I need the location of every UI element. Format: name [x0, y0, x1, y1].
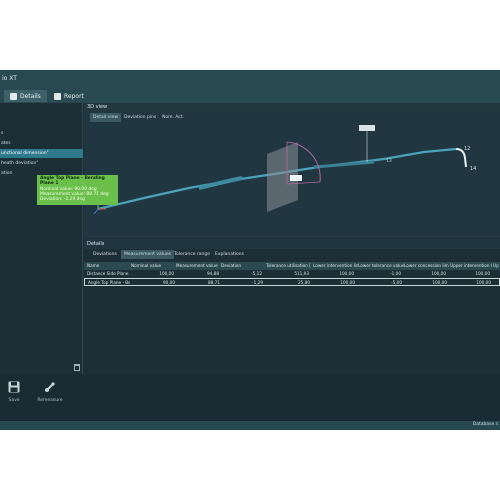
table-cell: 100,00 [340, 280, 355, 285]
main-tab-bar: Details Report [0, 89, 500, 103]
point-label-12: 12 [464, 146, 470, 152]
tab-nom-act[interactable]: Nom. Act. [159, 113, 187, 122]
col-lower-concession[interactable]: Lower concession lim [404, 262, 449, 270]
col-nominal[interactable]: Nominal value [131, 262, 171, 270]
pipe-segment [198, 176, 243, 190]
tab-details[interactable]: Details [4, 90, 47, 102]
table-cell: -1,29 [252, 280, 263, 285]
tab-deviations[interactable]: Deviations [90, 250, 120, 259]
tree-item[interactable]: ates [0, 139, 83, 148]
table-cell: 88,71 [208, 280, 220, 285]
remeasure-button[interactable]: Remeasure [36, 378, 64, 403]
status-bar: Database s [0, 421, 500, 430]
3d-scene[interactable]: 12 14 13 [84, 122, 500, 238]
3d-view-tabs: Detail view Deviation pins Nom. Act. [84, 112, 500, 122]
pipe-segment [313, 160, 375, 169]
title-bar: io XT [0, 70, 500, 89]
table-cell: Distance Side Plane [87, 271, 129, 276]
table-cell: 100,00 [431, 271, 446, 276]
details-tabs: Deviations Measurement values Tolerance … [84, 249, 500, 259]
col-lower-intervention[interactable]: Lower intervention lim [313, 262, 358, 270]
point-label-13: 13 [386, 158, 392, 164]
table-row[interactable]: Distance Side Plane 100,00 94,88 -5,12 5… [84, 270, 500, 278]
tab-report-label: Report [64, 92, 84, 100]
axis-z [93, 208, 99, 215]
bend-marker [290, 175, 302, 181]
tab-tolerance-range[interactable]: Tolerance range [171, 250, 213, 259]
3d-view-panel: 3D view Detail view Deviation pins Nom. … [84, 103, 500, 238]
col-tolerance-util[interactable]: Tolerance utilisation [ [266, 262, 313, 270]
tab-explanations[interactable]: Explanations [212, 250, 247, 259]
tab-report[interactable]: Report [48, 90, 90, 102]
col-up[interactable]: Up [493, 262, 500, 270]
remeasure-icon [45, 382, 55, 392]
save-icon [8, 381, 20, 393]
details-panel: Details Deviations Measurement values To… [84, 239, 500, 374]
status-text: Database s [472, 422, 498, 427]
trash-icon[interactable] [74, 364, 80, 371]
col-upper-intervention[interactable]: Upper intervention lim [450, 262, 492, 270]
tree-item-selected[interactable]: unctional dimension" [0, 149, 83, 158]
tab-measurement-values[interactable]: Measurement values [121, 250, 174, 259]
tooltip-title: Angle Top Plane - Bending Plane 1 [40, 176, 105, 187]
app-window: io XT Details Report s ates unctional di… [0, 70, 500, 430]
table-cell: 94,88 [207, 271, 219, 276]
remeasure-label: Remeasure [37, 398, 63, 403]
details-title: Details [84, 239, 500, 249]
tab-deviation-pins[interactable]: Deviation pins [121, 113, 159, 122]
col-lower-tolerance[interactable]: Lower tolerance value [358, 262, 404, 270]
sensor-marker [359, 125, 375, 131]
col-deviation[interactable]: Deviation [221, 262, 261, 270]
col-measurement[interactable]: Measurement value [176, 262, 220, 270]
tree-item[interactable]: heath deviation" [0, 159, 83, 168]
tab-detail-view[interactable]: Detail view [90, 113, 122, 122]
3d-view-title: 3D view [84, 103, 500, 112]
value-tooltip: Angle Top Plane - Bending Plane 1 Nomina… [37, 175, 118, 205]
table-cell: -1,00 [390, 271, 401, 276]
table-cell: 90,00 [163, 280, 175, 285]
table-cell: 511,93 [294, 271, 309, 276]
table-cell: 25,80 [298, 280, 310, 285]
table-header: Name Nominal value Measurement value Dev… [84, 262, 500, 270]
tooltip-line: Deviation: -1.29 deg [40, 197, 85, 203]
tree-panel: s ates unctional dimension" heath deviat… [0, 103, 83, 374]
point-label-14: 14 [470, 166, 476, 172]
table-cell: -5,00 [391, 280, 402, 285]
tab-details-label: Details [20, 92, 41, 100]
table-cell: 100,00 [159, 271, 174, 276]
table-cell: -5,12 [251, 271, 262, 276]
table-cell: 100,00 [476, 280, 491, 285]
table-cell: Angle Top Plane - Be [88, 280, 130, 285]
col-name[interactable]: Name [87, 262, 127, 270]
details-icon [10, 92, 17, 100]
table-cell: 100,00 [475, 271, 490, 276]
bottom-toolbar: Save Remeasure [0, 374, 500, 421]
table-cell: 100,00 [339, 271, 354, 276]
save-button[interactable]: Save [0, 378, 28, 403]
table-row-selected[interactable]: Angle Top Plane - Be 90,00 88,71 -1,29 2… [84, 278, 500, 286]
tree-item[interactable]: s [0, 129, 83, 138]
table-cell: 100,00 [432, 280, 447, 285]
3d-canvas[interactable]: 12 14 13 [84, 122, 500, 238]
report-icon [54, 92, 61, 100]
window-title: io XT [2, 75, 17, 82]
save-label: Save [8, 398, 20, 403]
